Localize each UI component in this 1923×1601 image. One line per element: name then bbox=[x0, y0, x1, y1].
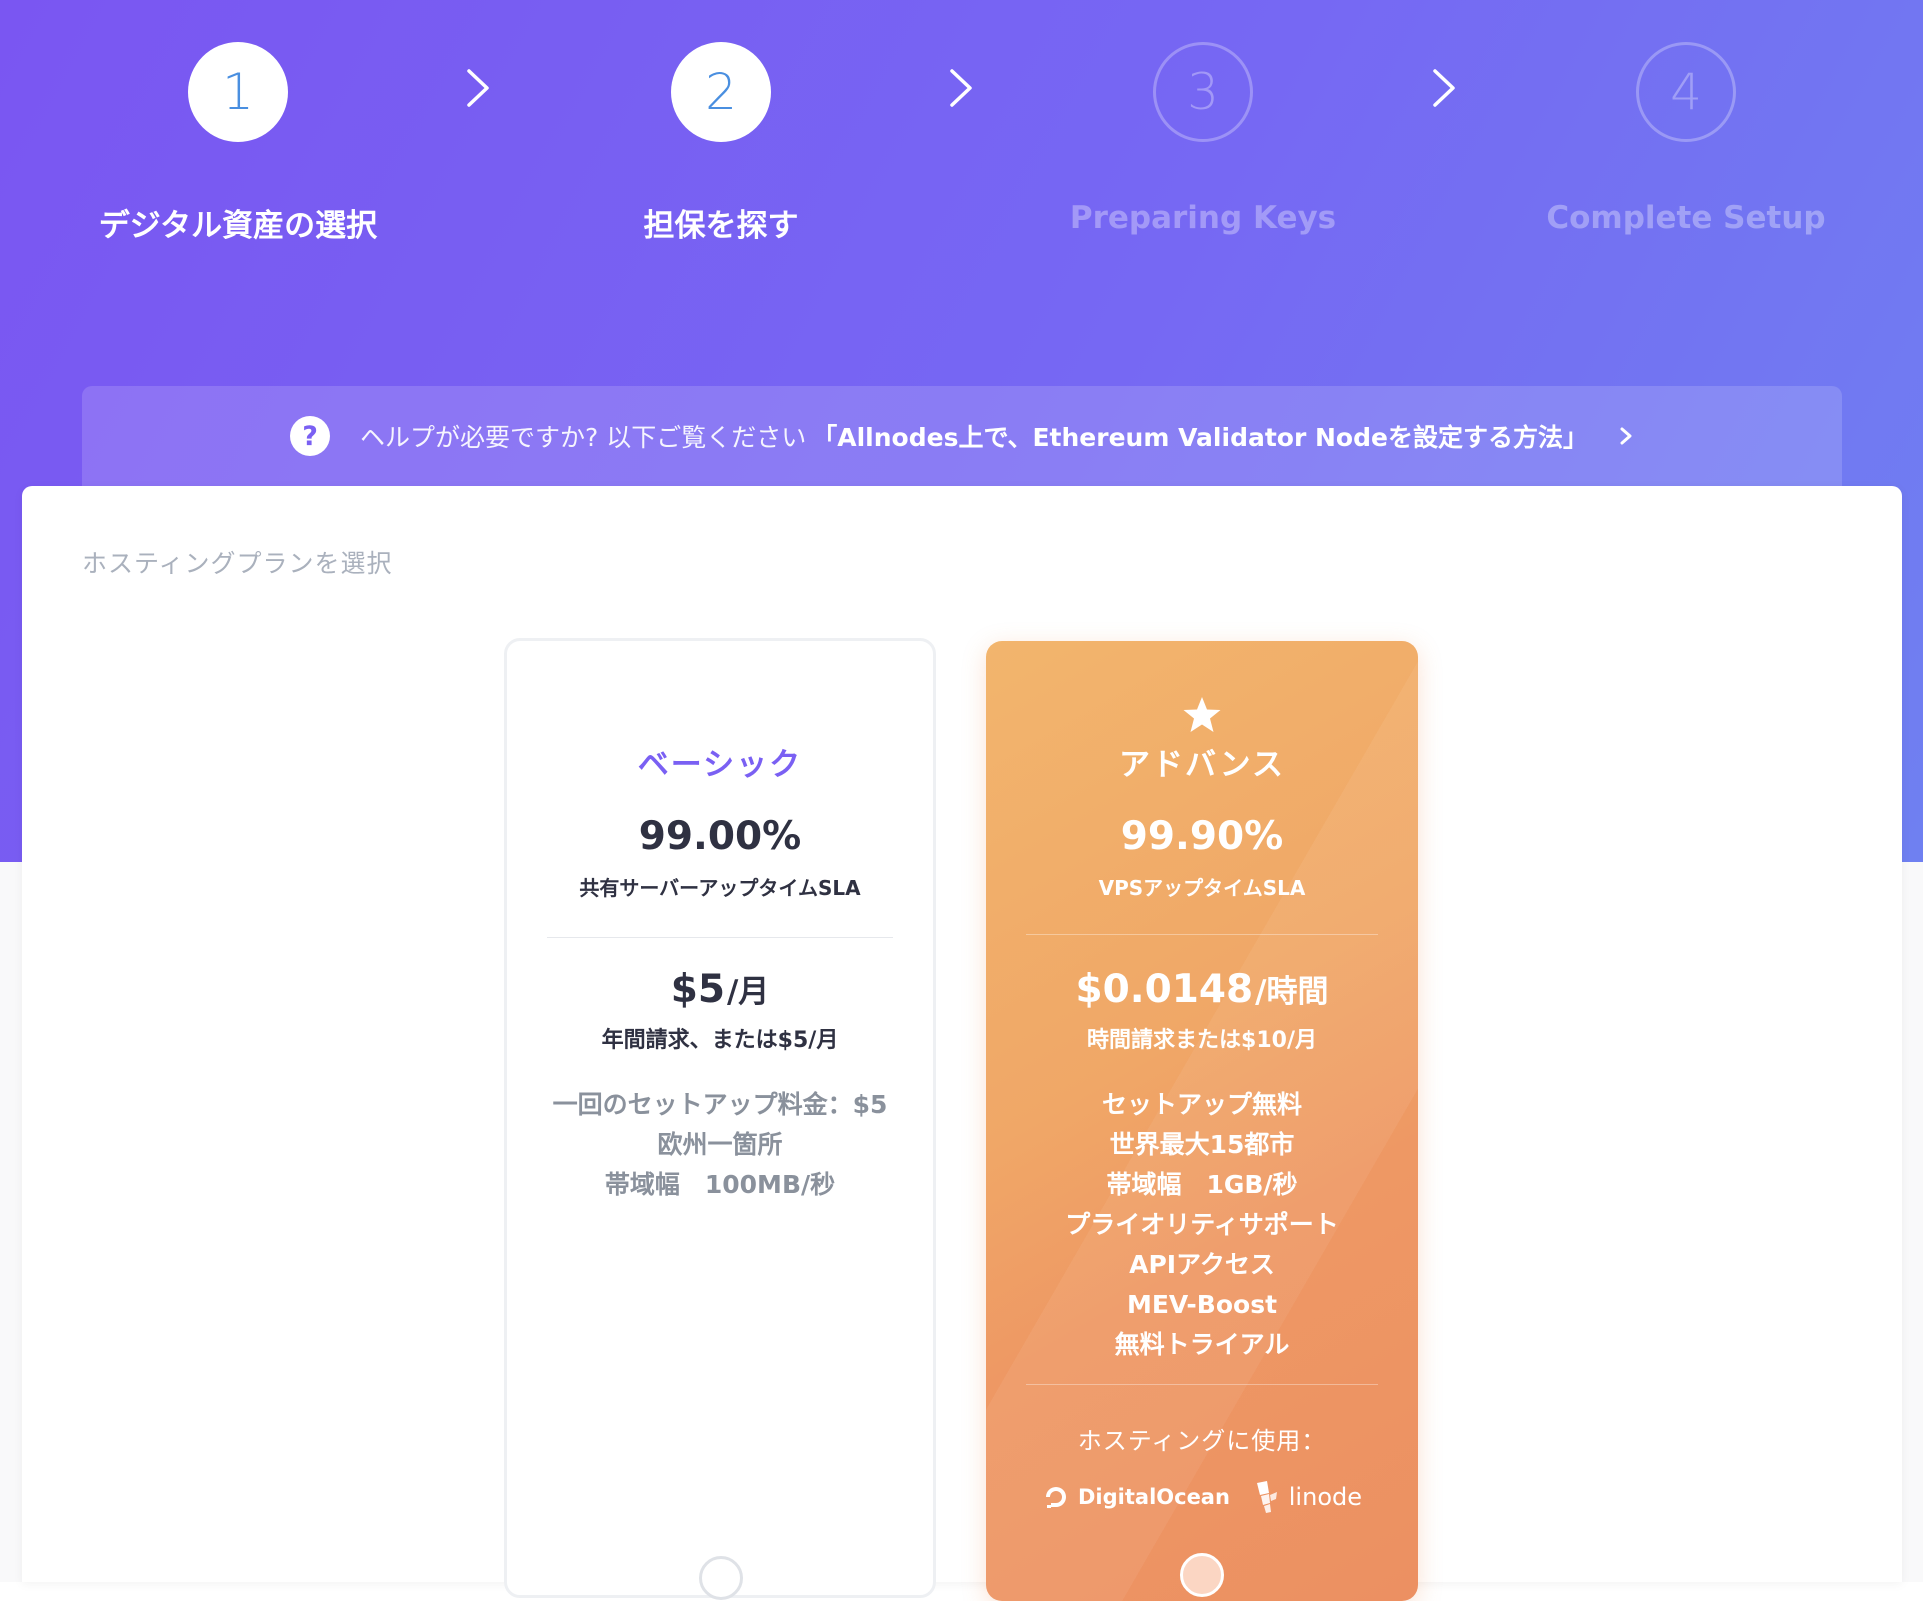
feature-item: セットアップ無料 bbox=[1101, 1090, 1302, 1119]
divider bbox=[1026, 934, 1378, 935]
provider-name: linode bbox=[1288, 1483, 1362, 1511]
step-1-label: デジタル資産の選択 bbox=[98, 208, 378, 244]
price-amount: $0.0148 bbox=[1075, 967, 1254, 1012]
plan-billing: 時間請求または$10/月 bbox=[1087, 1028, 1317, 1053]
star-icon bbox=[1183, 697, 1221, 732]
plan-advanced[interactable]: アドバンス 99.90% VPSアップタイムSLA $0.0148/時間 時間請… bbox=[986, 641, 1418, 1601]
step-2[interactable]: 2 担保を探す bbox=[576, 42, 866, 245]
step-2-number: 2 bbox=[671, 42, 771, 142]
step-4: 4 Complete Setup bbox=[1541, 42, 1831, 236]
digitalocean-logo: DigitalOcean bbox=[1042, 1483, 1230, 1511]
plan-uptime: 99.00% bbox=[638, 814, 802, 859]
digitalocean-icon bbox=[1046, 1487, 1066, 1508]
chevron-right-icon bbox=[950, 69, 972, 107]
step-4-label: Complete Setup bbox=[1546, 200, 1826, 236]
question-icon: ? bbox=[290, 416, 331, 456]
feature-item: プライオリティサポート bbox=[1065, 1210, 1339, 1239]
step-1-number: 1 bbox=[188, 42, 288, 142]
plan-uptime: 99.90% bbox=[1120, 814, 1284, 859]
plan-uptime-label: 共有サーバーアップタイムSLA bbox=[579, 876, 861, 900]
linode-logo: linode bbox=[1255, 1481, 1362, 1513]
step-2-label: 担保を探す bbox=[643, 208, 799, 244]
plan-uptime-label: VPSアップタイムSLA bbox=[1098, 876, 1306, 900]
step-4-number: 4 bbox=[1636, 42, 1736, 142]
plan-features: 一回のセットアップ料金：$5 欧州一箇所 帯域幅 100MB/秒 bbox=[507, 1085, 933, 1205]
plan-features: セットアップ無料 世界最大15都市 帯域幅 1GB/秒 プライオリティサポート … bbox=[986, 1085, 1418, 1365]
hosted-label: ホスティングに使用： bbox=[1077, 1427, 1327, 1455]
feature-item: APIアクセス bbox=[1129, 1250, 1275, 1279]
feature-item: 無料トライアル bbox=[1114, 1330, 1290, 1359]
plan-price: $0.0148/時間 bbox=[986, 966, 1418, 1012]
divider bbox=[547, 937, 893, 938]
price-amount: $5 bbox=[670, 967, 725, 1012]
chevron-right-icon bbox=[467, 69, 489, 107]
provider-name: DigitalOcean bbox=[1078, 1485, 1230, 1509]
step-3: 3 Preparing Keys bbox=[1058, 42, 1348, 236]
help-link[interactable]: 「Allnodes上で、Ethereum Validator Nodeを設定する… bbox=[812, 418, 1588, 454]
price-unit: /月 bbox=[726, 974, 770, 1010]
price-unit: /時間 bbox=[1255, 974, 1329, 1010]
step-3-label: Preparing Keys bbox=[1069, 200, 1337, 236]
divider bbox=[1026, 1384, 1378, 1385]
feature-item: 一回のセットアップ料金：$5 bbox=[552, 1090, 888, 1119]
plan-name: ベーシック bbox=[637, 747, 803, 783]
feature-item: 世界最大15都市 bbox=[1109, 1130, 1295, 1159]
help-text: ヘルプが必要ですか? 以下ご覧ください bbox=[360, 423, 807, 452]
feature-item: 帯域幅 100MB/秒 bbox=[604, 1170, 836, 1199]
chevron-right-icon bbox=[1433, 69, 1455, 107]
provider-logos: DigitalOcean linode bbox=[1042, 1481, 1362, 1513]
chevron-right-icon bbox=[1620, 427, 1632, 445]
plan-radio-basic[interactable] bbox=[699, 1556, 743, 1600]
feature-item: 帯域幅 1GB/秒 bbox=[1106, 1170, 1298, 1199]
plan-radio-advanced[interactable] bbox=[1180, 1553, 1224, 1597]
plan-billing: 年間請求、または$5/月 bbox=[601, 1028, 839, 1053]
feature-item: 欧州一箇所 bbox=[657, 1130, 783, 1159]
plan-basic[interactable]: ベーシック 99.00% 共有サーバーアップタイムSLA $5/月 年間請求、ま… bbox=[504, 638, 936, 1600]
help-banner[interactable]: ? ヘルプが必要ですか? 以下ご覧ください 「Allnodes上で、Ethere… bbox=[82, 386, 1842, 486]
step-1[interactable]: 1 デジタル資産の選択 bbox=[93, 42, 383, 245]
linode-icon bbox=[1256, 1481, 1277, 1513]
hosting-plan-card: ホスティングプランを選択 ベーシック 99.00% 共有サーバーアップタイムSL… bbox=[22, 486, 1902, 1601]
section-title: ホスティングプランを選択 bbox=[82, 549, 393, 578]
plan-name: アドバンス bbox=[1119, 747, 1285, 783]
step-3-number: 3 bbox=[1153, 42, 1253, 142]
feature-item: MEV-Boost bbox=[1126, 1290, 1278, 1319]
plan-price: $5/月 bbox=[507, 966, 933, 1012]
